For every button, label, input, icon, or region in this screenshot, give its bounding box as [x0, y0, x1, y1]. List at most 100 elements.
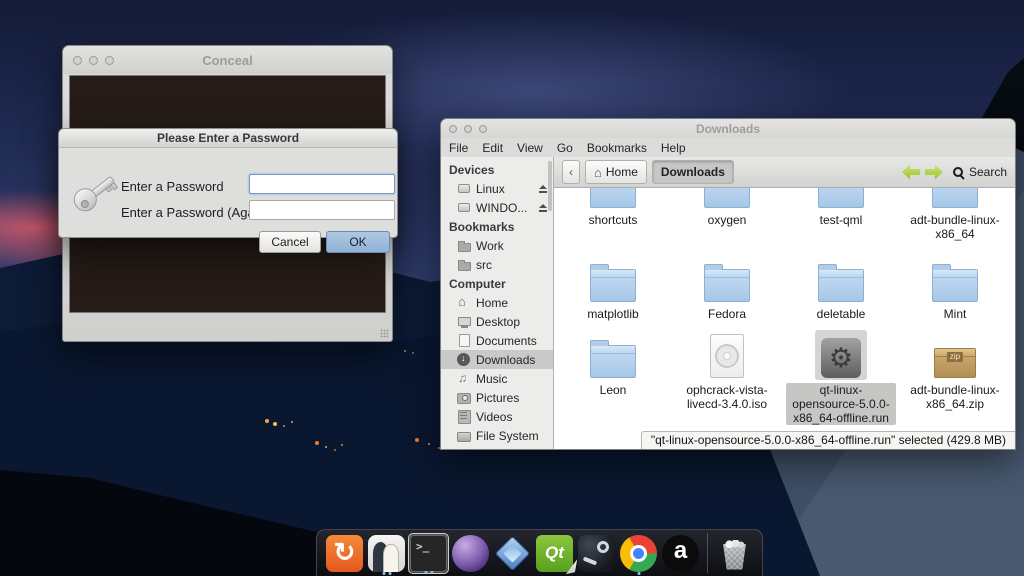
file-grid: shortcutsoxygentest-qmladt-bundle-linux-…: [554, 188, 1015, 449]
dock-item-qt-creator[interactable]: [534, 533, 575, 574]
conceal-titlebar[interactable]: Conceal: [63, 46, 392, 74]
file-item-matplotlib[interactable]: matplotlib: [556, 254, 670, 321]
password-again-input[interactable]: [249, 200, 395, 220]
back-arrow-icon[interactable]: [902, 165, 920, 180]
password-input[interactable]: [249, 174, 395, 194]
file-item-shortcuts[interactable]: shortcuts: [556, 188, 670, 241]
file-item-fedora[interactable]: Fedora: [670, 254, 784, 321]
file-manager-titlebar[interactable]: Downloads: [441, 119, 1015, 138]
file-item-adt-bundle-linux-x86-64[interactable]: adt-bundle-linux-x86_64: [898, 188, 1012, 241]
folder-file-icon: [590, 269, 636, 302]
menu-go[interactable]: Go: [557, 141, 573, 155]
file-label: adt-bundle-linux-x86_64.zip: [903, 383, 1007, 411]
folder-file-icon: [818, 188, 864, 208]
folder-icon: [457, 258, 471, 271]
menu-bar: File Edit View Go Bookmarks Help: [441, 138, 1015, 157]
eject-icon[interactable]: [539, 185, 548, 193]
file-label: deletable: [817, 307, 866, 321]
file-item-deletable[interactable]: deletable: [784, 254, 898, 321]
sidebar: DevicesLinuxWINDO...BookmarksWorksrcComp…: [441, 157, 554, 449]
menu-file[interactable]: File: [449, 141, 468, 155]
forward-arrow-icon[interactable]: [925, 165, 943, 180]
file-item-oxygen[interactable]: oxygen: [670, 188, 784, 241]
dock-item-chrome[interactable]: [618, 533, 659, 574]
file-label: Mint: [944, 307, 967, 321]
password-dialog-title[interactable]: Please Enter a Password: [59, 129, 397, 148]
sidebar-item-label: Documents: [476, 334, 537, 348]
dock-item-software-updater[interactable]: [324, 533, 365, 574]
sidebar-item-videos[interactable]: Videos: [441, 407, 553, 426]
dock-item-amazon[interactable]: [660, 533, 701, 574]
drive-icon: [457, 201, 471, 214]
collapse-path-button[interactable]: ‹: [562, 160, 580, 184]
sidebar-item-linux[interactable]: Linux: [441, 179, 553, 198]
menu-edit[interactable]: Edit: [482, 141, 503, 155]
filesystem-icon: [457, 429, 471, 442]
sidebar-item-windo[interactable]: WINDO...: [441, 198, 553, 217]
folder-icon: [457, 239, 471, 252]
sidebar-item-label: Desktop: [476, 315, 520, 329]
amazon-icon: [662, 535, 699, 572]
file-label: oxygen: [708, 213, 747, 227]
running-indicator-dots: [637, 572, 640, 575]
sidebar-item-src[interactable]: src: [441, 255, 553, 274]
file-item-qt-linux-opensource-5-0-0-x86-64-offline-run[interactable]: qt-linux-opensource-5.0.0-x86_64-offline…: [784, 330, 898, 425]
menu-bookmarks[interactable]: Bookmarks: [587, 141, 647, 155]
sidebar-item-pictures[interactable]: Pictures: [441, 388, 553, 407]
sidebar-scrollbar[interactable]: [548, 161, 552, 211]
file-item-test-qml[interactable]: test-qml: [784, 188, 898, 241]
steam-icon: [578, 535, 615, 572]
resize-grip[interactable]: [380, 329, 389, 338]
home-breadcrumb-button[interactable]: ⌂ Home: [585, 160, 647, 184]
dock-item-virtualbox[interactable]: [492, 533, 533, 574]
folder-file-icon: [818, 269, 864, 302]
file-item-adt-bundle-linux-x86-64-zip[interactable]: adt-bundle-linux-x86_64.zip: [898, 330, 1012, 425]
downloads-breadcrumb-button[interactable]: Downloads: [652, 160, 734, 184]
sidebar-item-downloads[interactable]: Downloads: [441, 350, 553, 369]
sidebar-item-label: Pictures: [476, 391, 519, 405]
home-breadcrumb-label: Home: [606, 165, 638, 179]
dock-item-eclipse[interactable]: [450, 533, 491, 574]
menu-help[interactable]: Help: [661, 141, 686, 155]
ok-button[interactable]: OK: [326, 231, 390, 253]
sidebar-item-label: Work: [476, 239, 504, 253]
eject-icon[interactable]: [539, 204, 548, 212]
file-item-ophcrack-vista-livecd-3-4-0-iso[interactable]: ophcrack-vista-livecd-3.4.0.iso: [670, 330, 784, 425]
folder-file-icon: [704, 269, 750, 302]
sidebar-item-label: Downloads: [476, 353, 535, 367]
sidebar-item-desktop[interactable]: Desktop: [441, 312, 553, 331]
file-item-mint[interactable]: Mint: [898, 254, 1012, 321]
menu-view[interactable]: View: [517, 141, 543, 155]
file-item-leon[interactable]: Leon: [556, 330, 670, 425]
home-icon: [457, 296, 471, 309]
search-button[interactable]: Search: [952, 165, 1007, 179]
drive-icon: [457, 182, 471, 195]
dock-item-user-accounts[interactable]: [366, 533, 407, 574]
sidebar-item-label: src: [476, 258, 492, 272]
sidebar-item-label: Linux: [476, 182, 505, 196]
dock-item-steam[interactable]: [576, 533, 617, 574]
file-row: shortcuts oxygen test-qmladt-bundle-linux-…: [554, 188, 1015, 241]
file-row: Leonophcrack-vista-livecd-3.4.0.isoqt-li…: [554, 330, 1015, 425]
dock-divider: [707, 533, 708, 573]
sidebar-item-file-system[interactable]: File System: [441, 426, 553, 445]
file-label: matplotlib: [587, 307, 638, 321]
desktop-icon: [457, 315, 471, 328]
trash-icon: [716, 535, 753, 572]
file-label: Fedora: [708, 307, 746, 321]
folder-file-icon: [590, 345, 636, 378]
sidebar-item-work[interactable]: Work: [441, 236, 553, 255]
dock-item-terminal[interactable]: [408, 533, 449, 574]
sidebar-item-home[interactable]: Home: [441, 293, 553, 312]
software-updater-icon: [326, 535, 363, 572]
toolbar: ‹ ⌂ Home Downloads Search: [554, 157, 1015, 188]
sidebar-item-music[interactable]: Music: [441, 369, 553, 388]
sidebar-header-devices: Devices: [441, 160, 553, 179]
pictures-icon: [457, 391, 471, 404]
search-label: Search: [969, 165, 1007, 179]
dock-item-trash[interactable]: [714, 533, 755, 574]
cancel-button[interactable]: Cancel: [259, 231, 321, 253]
sidebar-item-documents[interactable]: Documents: [441, 331, 553, 350]
music-icon: [457, 372, 471, 385]
iso-file-icon: [710, 334, 744, 378]
